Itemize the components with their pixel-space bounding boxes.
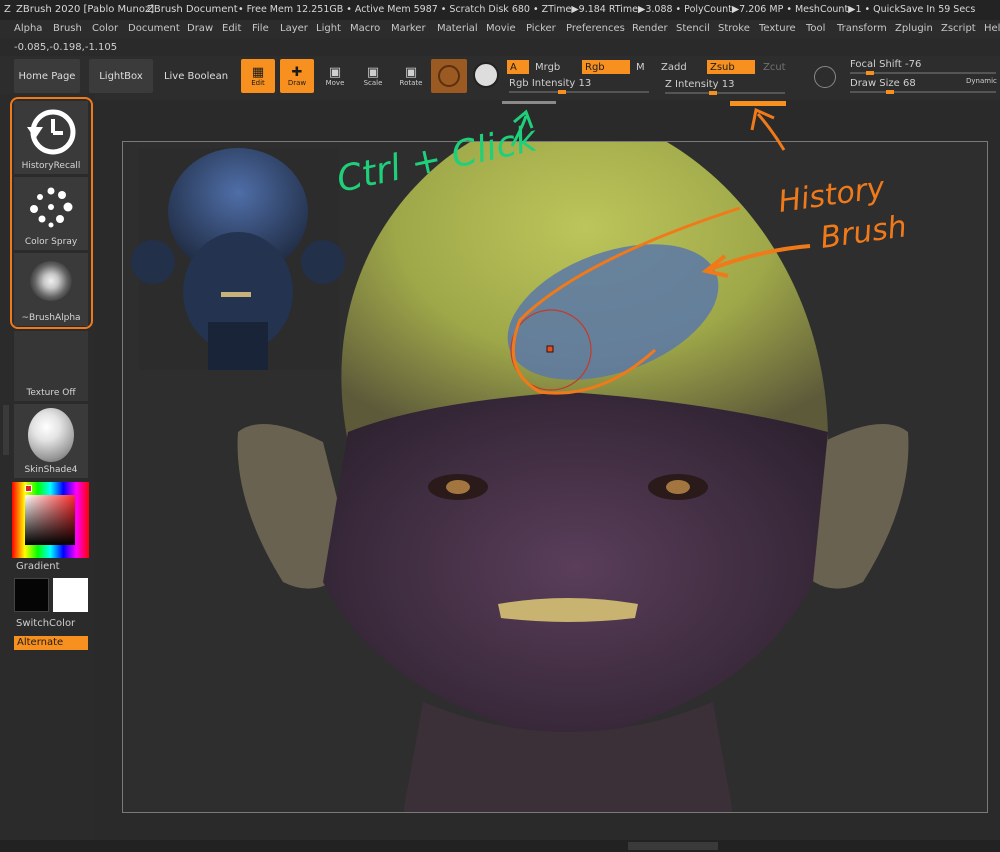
- bottom-tray-handle[interactable]: [628, 842, 718, 850]
- brush-text: Brush: [818, 209, 909, 256]
- bottom-bar: [0, 840, 1000, 852]
- annotation-overlay: Ctrl + Click History Brush: [333, 107, 909, 395]
- history-text: History: [776, 170, 888, 220]
- history-brush-annotation: History Brush: [511, 107, 909, 395]
- ctrl-click-annotation: Ctrl + Click: [333, 109, 542, 201]
- ctrl-click-text: Ctrl + Click: [333, 118, 542, 201]
